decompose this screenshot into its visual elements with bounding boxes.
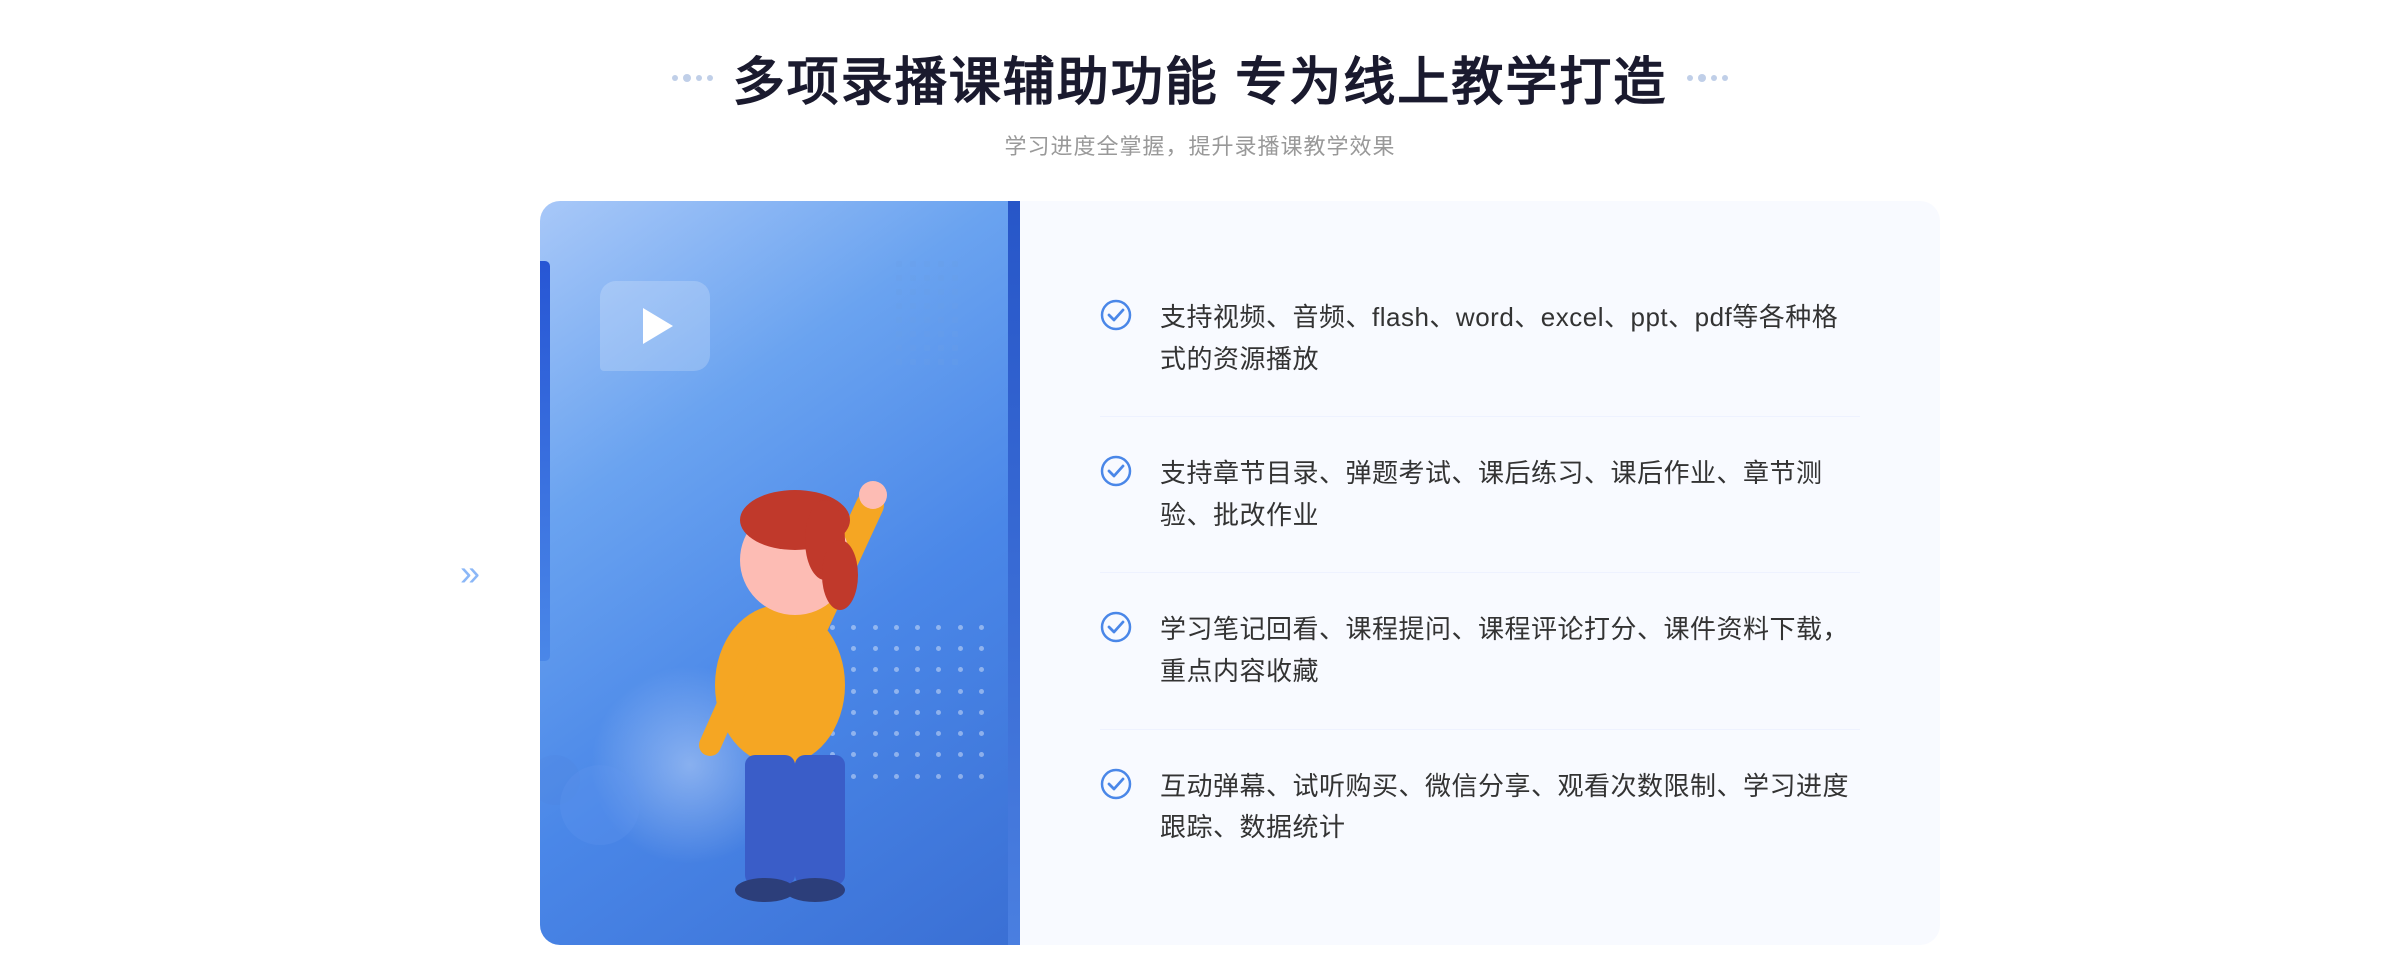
right-features-panel: 支持视频、音频、flash、word、excel、ppt、pdf等各种格式的资源… xyxy=(1020,201,1940,945)
subtitle: 学习进度全掌握，提升录播课教学效果 xyxy=(1004,129,1395,161)
check-icon xyxy=(1100,297,1160,336)
content-area: 支持视频、音频、flash、word、excel、ppt、pdf等各种格式的资源… xyxy=(540,201,1940,945)
features-list: 支持视频、音频、flash、word、excel、ppt、pdf等各种格式的资源… xyxy=(1100,261,1860,885)
character-illustration xyxy=(610,365,950,945)
left-arrow-decoration: » xyxy=(460,555,480,591)
check-icon xyxy=(1100,609,1160,648)
check-icon xyxy=(1100,766,1160,805)
title-dots-right xyxy=(1687,74,1728,82)
title-dots-left xyxy=(672,74,713,82)
stripe-decoration xyxy=(896,261,960,367)
feature-text: 互动弹幕、试听购买、微信分享、观看次数限制、学习进度跟踪、数据统计 xyxy=(1160,766,1860,849)
feature-item: 互动弹幕、试听购买、微信分享、观看次数限制、学习进度跟踪、数据统计 xyxy=(1100,730,1860,885)
play-bubble xyxy=(600,281,710,371)
blue-vertical-bar xyxy=(540,261,550,661)
feature-item: 支持视频、音频、flash、word、excel、ppt、pdf等各种格式的资源… xyxy=(1100,261,1860,417)
feature-text: 学习笔记回看、课程提问、课程评论打分、课件资料下载，重点内容收藏 xyxy=(1160,609,1860,692)
feature-text: 支持章节目录、弹题考试、课后练习、课后作业、章节测验、批改作业 xyxy=(1160,453,1860,536)
play-icon xyxy=(643,308,673,344)
feature-item: 支持章节目录、弹题考试、课后练习、课后作业、章节测验、批改作业 xyxy=(1100,417,1860,573)
main-title: 多项录播课辅助功能 专为线上教学打造 xyxy=(733,40,1667,115)
page-container: 多项录播课辅助功能 专为线上教学打造 学习进度全掌握，提升录播课教学效果 » xyxy=(0,40,2400,945)
title-row: 多项录播课辅助功能 专为线上教学打造 xyxy=(672,40,1728,115)
right-blue-stripe xyxy=(1008,201,1020,945)
feature-item: 学习笔记回看、课程提问、课程评论打分、课件资料下载，重点内容收藏 xyxy=(1100,573,1860,729)
left-illustration-panel xyxy=(540,201,1020,945)
feature-text: 支持视频、音频、flash、word、excel、ppt、pdf等各种格式的资源… xyxy=(1160,297,1860,380)
header-section: 多项录播课辅助功能 专为线上教学打造 学习进度全掌握，提升录播课教学效果 xyxy=(672,40,1728,161)
check-icon xyxy=(1100,453,1160,492)
